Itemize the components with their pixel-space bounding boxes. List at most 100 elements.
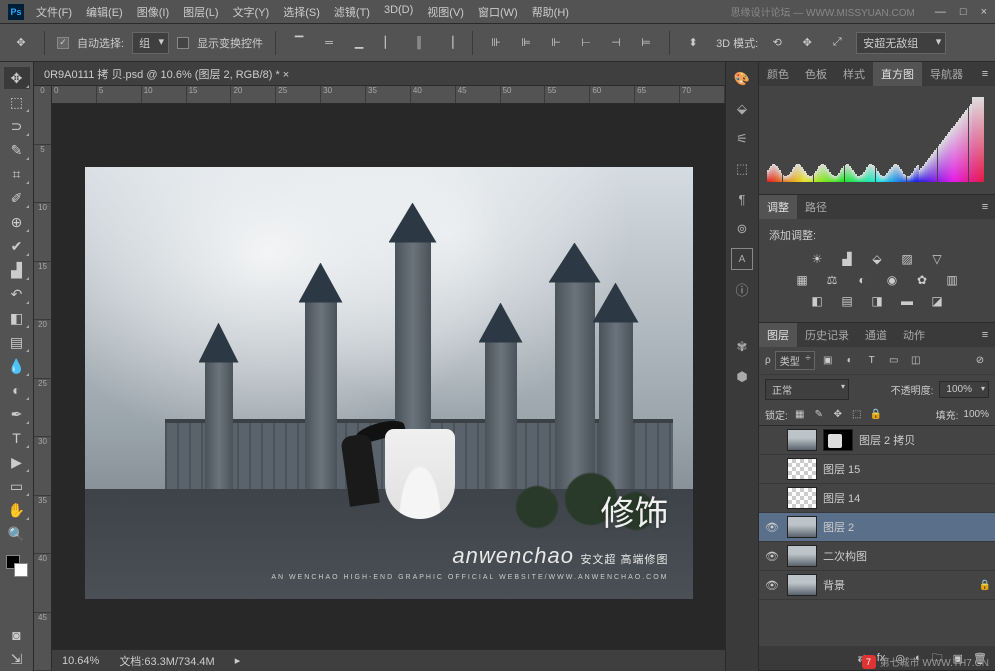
zoom-tool[interactable]: 🔍 [4, 523, 30, 545]
clone-panel-icon[interactable]: ⬢ [731, 366, 753, 388]
layer-thumbnail[interactable] [787, 516, 817, 538]
layer-name[interactable]: 背景 [823, 577, 845, 593]
show-transform-checkbox[interactable] [177, 37, 189, 49]
zoom-value[interactable]: 10.64% [62, 655, 99, 667]
canvas[interactable]: 修饰 anwenchao 安文超 高端修图 AN WENCHAO HIGH-EN… [52, 104, 725, 649]
group-dropdown[interactable]: 组 [132, 32, 169, 54]
arrange-icon[interactable]: ⬍ [682, 32, 704, 54]
opacity-input[interactable]: 100% [939, 381, 989, 398]
layer-name[interactable]: 图层 2 [823, 519, 854, 535]
layer-filter-dropdown[interactable]: 类型 [775, 351, 815, 370]
hue-icon[interactable]: ▦ [792, 272, 812, 288]
lock-trans-icon[interactable]: ▦ [793, 408, 807, 422]
visibility-icon[interactable]: 👁 [763, 579, 781, 592]
menu-item[interactable]: 文件(F) [36, 4, 72, 20]
align-bottom-icon[interactable]: ▁ [348, 32, 370, 54]
menu-item[interactable]: 编辑(E) [86, 4, 123, 20]
layer-thumbnail[interactable] [787, 545, 817, 567]
orbit-3d-icon[interactable]: ⟲ [766, 32, 788, 54]
minimize-icon[interactable]: — [935, 6, 946, 18]
type-tool[interactable]: T [4, 427, 30, 449]
layer-row[interactable]: 图层 2 拷贝 [759, 426, 995, 455]
pan-3d-icon[interactable]: ✥ [796, 32, 818, 54]
layer-mask-thumbnail[interactable] [823, 429, 853, 451]
marquee-tool[interactable]: ⬚ [4, 91, 30, 113]
info-panel-icon[interactable]: ⓘ [731, 278, 753, 300]
menu-item[interactable]: 滤镜(T) [334, 4, 370, 20]
align-right-icon[interactable]: ▕ [438, 32, 460, 54]
dist-icon[interactable]: ⊢ [575, 32, 597, 54]
zoom-3d-icon[interactable]: ⤢ [826, 32, 848, 54]
threshold-icon[interactable]: ◨ [867, 293, 887, 309]
panel-menu-icon[interactable]: ≡ [975, 323, 995, 347]
dist-icon[interactable]: ⊪ [485, 32, 507, 54]
screen-mode-icon[interactable]: ⇲ [4, 648, 30, 670]
levels-icon[interactable]: ▟ [837, 251, 857, 267]
close-icon[interactable]: × [981, 6, 987, 18]
blend-mode-dropdown[interactable]: 正常 [765, 379, 849, 400]
filter-adjust-icon[interactable]: ◐ [841, 353, 859, 369]
styles-panel-icon[interactable]: ⬚ [731, 158, 753, 180]
layer-row[interactable]: 👁 背景 🔒 [759, 571, 995, 600]
hand-tool[interactable]: ✋ [4, 499, 30, 521]
quick-mask-icon[interactable]: ◙ [4, 624, 30, 646]
gradient-tool[interactable]: ▤ [4, 331, 30, 353]
menu-item[interactable]: 选择(S) [283, 4, 320, 20]
invert-icon[interactable]: ◧ [807, 293, 827, 309]
move-tool-icon[interactable]: ✥ [10, 32, 32, 54]
layer-name[interactable]: 二次构图 [823, 548, 867, 564]
layer-name[interactable]: 图层 2 拷贝 [859, 432, 915, 448]
lock-all-icon[interactable]: 🔒 [869, 408, 883, 422]
align-top-icon[interactable]: ▔ [288, 32, 310, 54]
menu-item[interactable]: 窗口(W) [478, 4, 518, 20]
menu-item[interactable]: 图像(I) [137, 4, 169, 20]
dist-icon[interactable]: ⊩ [545, 32, 567, 54]
balance-icon[interactable]: ⚖ [822, 272, 842, 288]
color-swap-icon[interactable] [4, 553, 30, 575]
gradient-map-icon[interactable]: ▬ [897, 293, 917, 309]
filter-image-icon[interactable]: ▣ [819, 353, 837, 369]
adjust-panel-icon[interactable]: ⚟ [731, 128, 753, 150]
document-tab[interactable]: 0R9A0111 拷 贝.psd @ 10.6% (图层 2, RGB/8) *… [34, 62, 725, 86]
menu-item[interactable]: 视图(V) [427, 4, 464, 20]
history-brush-tool[interactable]: ↶ [4, 283, 30, 305]
paragraph-panel-icon[interactable]: ¶ [731, 188, 753, 210]
align-vcenter-icon[interactable]: ═ [318, 32, 340, 54]
dist-icon[interactable]: ⊣ [605, 32, 627, 54]
layer-thumbnail[interactable] [787, 458, 817, 480]
layer-name[interactable]: 图层 14 [823, 490, 860, 506]
layer-row[interactable]: 图层 15 [759, 455, 995, 484]
mixer-icon[interactable]: ✿ [912, 272, 932, 288]
brush-panel-icon[interactable]: ✾ [731, 336, 753, 358]
layer-row[interactable]: 图层 14 [759, 484, 995, 513]
eraser-tool[interactable]: ◧ [4, 307, 30, 329]
auto-select-checkbox[interactable]: ✓ [57, 37, 69, 49]
stamp-tool[interactable]: ▟ [4, 259, 30, 281]
menu-item[interactable]: 文字(Y) [233, 4, 270, 20]
char-panel-icon[interactable]: A [731, 248, 753, 270]
maximize-icon[interactable]: □ [960, 6, 967, 18]
brightness-icon[interactable]: ☀ [807, 251, 827, 267]
preset-dropdown[interactable]: 安超无敌组 [856, 32, 946, 54]
swatch-panel-icon[interactable]: 🎨 [731, 68, 753, 90]
layer-thumbnail[interactable] [787, 429, 817, 451]
filter-type-icon[interactable]: T [863, 353, 881, 369]
lock-paint-icon[interactable]: ✎ [812, 408, 826, 422]
panel-tab[interactable]: 直方图 [873, 62, 922, 86]
blur-tool[interactable]: 💧 [4, 355, 30, 377]
libraries-panel-icon[interactable]: ⬙ [731, 98, 753, 120]
lock-move-icon[interactable]: ✥ [831, 408, 845, 422]
pen-tool[interactable]: ✒ [4, 403, 30, 425]
path-select-tool[interactable]: ▶ [4, 451, 30, 473]
align-hcenter-icon[interactable]: ║ [408, 32, 430, 54]
panel-tab[interactable]: 色板 [797, 62, 835, 86]
vibrance-icon[interactable]: ▽ [927, 251, 947, 267]
panel-tab[interactable]: 样式 [835, 62, 873, 86]
layer-row[interactable]: 👁 二次构图 [759, 542, 995, 571]
panel-menu-icon[interactable]: ≡ [975, 195, 995, 219]
layer-thumbnail[interactable] [787, 574, 817, 596]
status-menu-icon[interactable]: ▸ [235, 654, 241, 667]
exposure-icon[interactable]: ▨ [897, 251, 917, 267]
filter-toggle-icon[interactable]: ⊘ [971, 353, 989, 369]
fill-input[interactable]: 100% [963, 409, 989, 420]
